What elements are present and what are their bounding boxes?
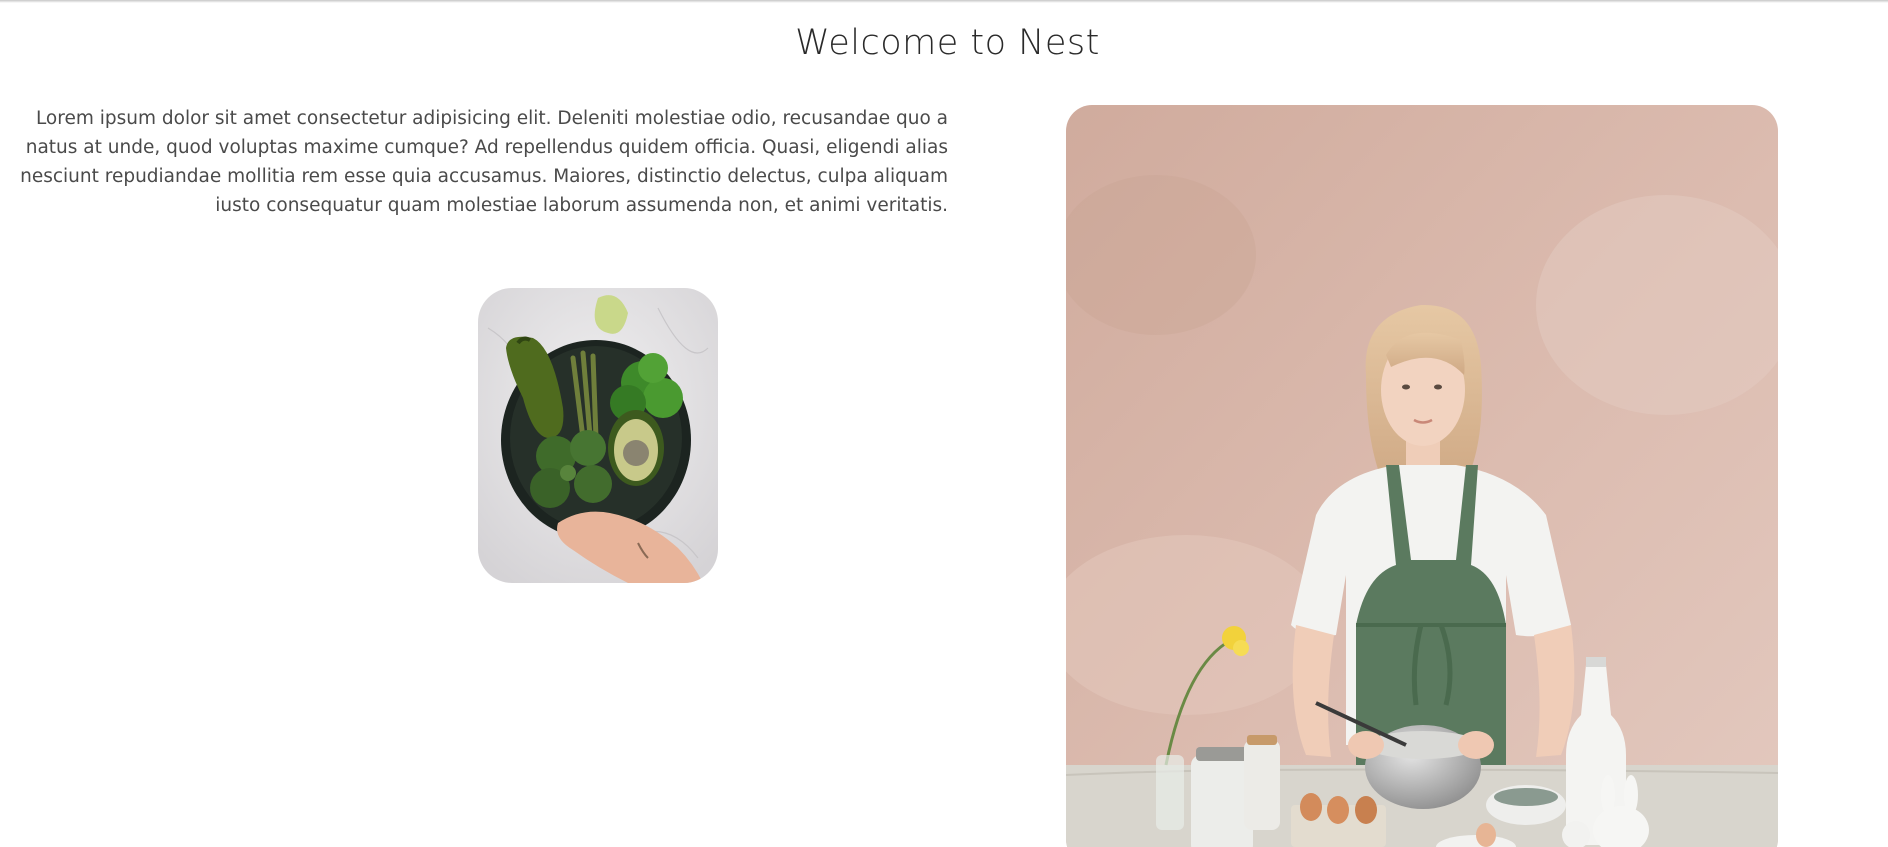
intro-paragraph: Lorem ipsum dolor sit amet consectetur a…	[20, 108, 948, 216]
page-title: Welcome to Nest	[795, 23, 1100, 64]
woman-baking-illustration	[1066, 105, 1778, 847]
vegetable-bowl-image	[478, 288, 718, 583]
woman-baking-image	[1066, 105, 1778, 847]
header-shadow	[0, 0, 1888, 3]
vegetable-bowl-illustration	[478, 288, 718, 583]
page: Welcome to Nest Lorem ipsum dolor sit am…	[0, 0, 1888, 847]
